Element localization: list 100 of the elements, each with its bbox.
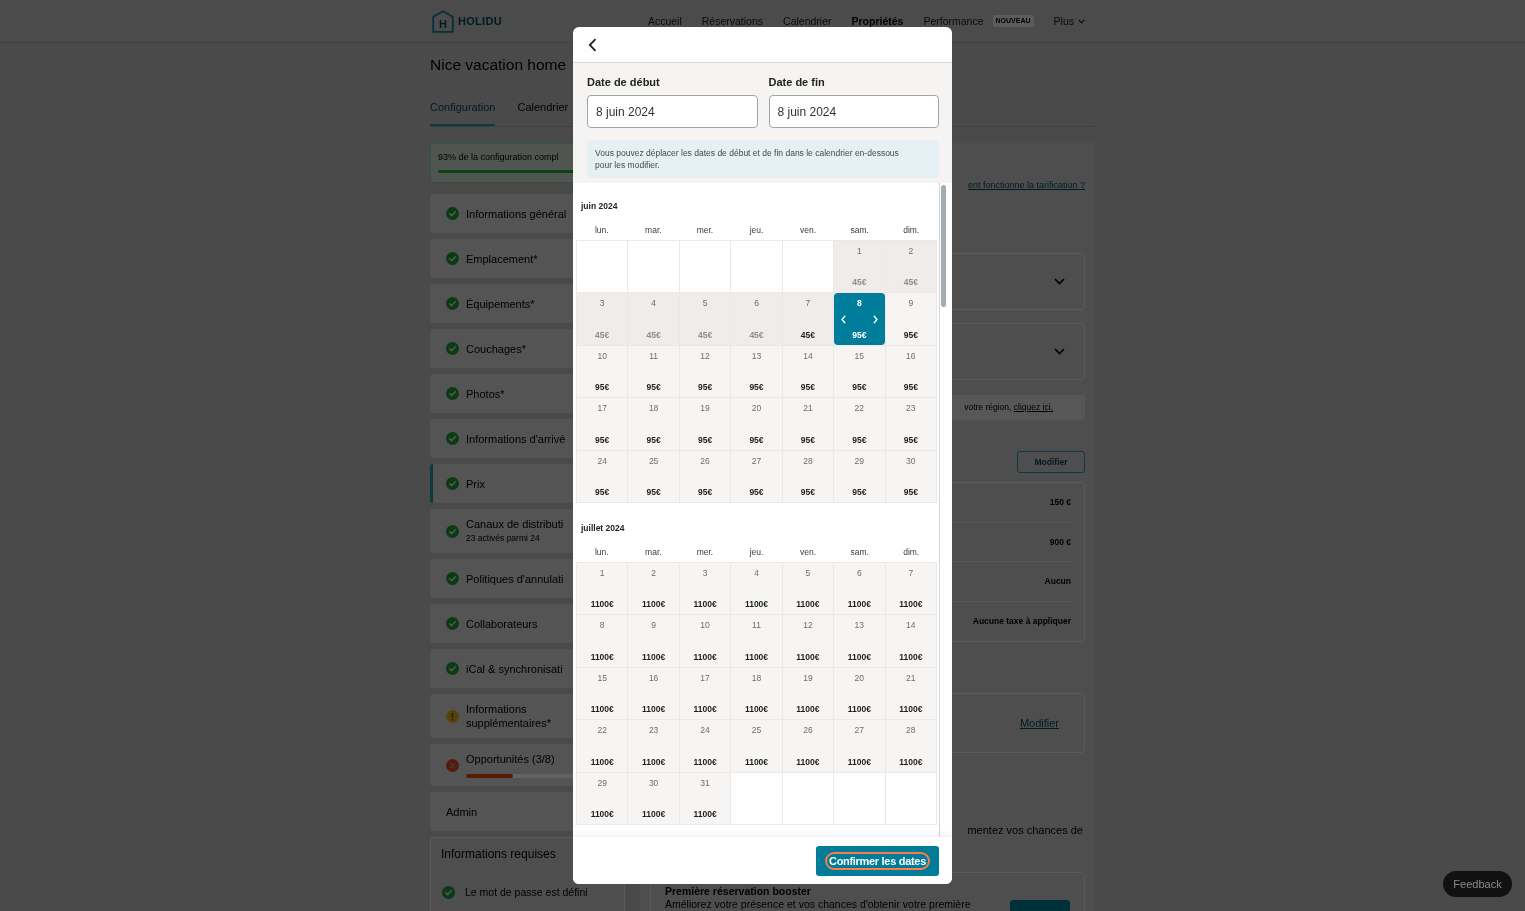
check-circle-icon: [446, 662, 459, 675]
day-cell[interactable]: 24 95€: [577, 450, 628, 502]
day-number: 10: [700, 620, 710, 631]
day-cell[interactable]: 22 95€: [834, 398, 885, 450]
day-price: 45€: [697, 329, 713, 340]
day-cell[interactable]: 16 1100€: [628, 667, 679, 720]
day-cell[interactable]: 26 95€: [679, 450, 731, 502]
day-cell[interactable]: 8 1100€: [577, 615, 628, 667]
day-cell[interactable]: 16 95€: [885, 345, 936, 398]
weekday-label: ven.: [800, 225, 817, 235]
day-cell[interactable]: 29 1100€: [577, 772, 628, 824]
day-cell[interactable]: 14 1100€: [885, 615, 936, 667]
day-cell[interactable]: 17 95€: [577, 398, 628, 450]
day-number: 3: [702, 567, 708, 578]
card-title: Informations requises: [441, 846, 556, 862]
day-cell[interactable]: 29 95€: [834, 450, 885, 502]
day-cell[interactable]: 12 1100€: [782, 615, 834, 667]
day-number: 28: [803, 455, 813, 466]
day-number: 15: [597, 672, 607, 683]
day-cell[interactable]: 25 95€: [628, 450, 679, 502]
field-label: Date de début: [587, 76, 660, 88]
day-cell[interactable]: 10 95€: [577, 345, 628, 398]
day-cell[interactable]: 9 1100€: [628, 615, 679, 667]
day-cell[interactable]: 31 1100€: [679, 772, 731, 824]
day-cell[interactable]: 21 95€: [782, 398, 834, 450]
day-cell[interactable]: 21 1100€: [885, 667, 936, 720]
day-cell[interactable]: 1 1100€: [577, 562, 628, 615]
day-cell[interactable]: 13 95€: [731, 345, 782, 398]
day-number: 12: [700, 350, 710, 361]
day-cell[interactable]: 13 1100€: [834, 615, 885, 667]
day-cell[interactable]: 18 1100€: [731, 667, 782, 720]
day-cell[interactable]: 28 95€: [782, 450, 834, 502]
day-cell[interactable]: 11 1100€: [731, 615, 782, 667]
confirm-button[interactable]: Confirmer les dates: [816, 845, 939, 876]
check-circle-icon: [442, 886, 455, 899]
date-input[interactable]: 8 juin 2024: [587, 95, 758, 128]
weekday-label: jeu.: [749, 546, 764, 557]
day-price: 95€: [697, 486, 713, 497]
day-number: 11: [649, 350, 659, 361]
day-cell[interactable]: 28 1100€: [885, 720, 936, 772]
scrollbar-thumb[interactable]: [941, 185, 946, 307]
day-cell[interactable]: 27 1100€: [834, 720, 885, 772]
day-cell[interactable]: 6 1100€: [834, 562, 885, 615]
day-number: 22: [597, 725, 607, 736]
day-cell[interactable]: 22 1100€: [577, 720, 628, 772]
day-cell[interactable]: 23 1100€: [628, 720, 679, 772]
day-price: 45€: [646, 329, 661, 340]
day-cell[interactable]: 23 95€: [885, 398, 936, 450]
day-cell[interactable]: 19 1100€: [782, 667, 834, 720]
day-number: 14: [803, 350, 813, 361]
day-cell[interactable]: 3 1100€: [679, 562, 731, 615]
day-cell[interactable]: 15 95€: [834, 345, 885, 398]
day-number: 11: [752, 620, 761, 631]
day-cell[interactable]: 10 1100€: [679, 615, 731, 667]
day-price: 1100€: [590, 756, 614, 767]
day-cell[interactable]: 7 1100€: [885, 562, 936, 615]
day-cell[interactable]: 18 95€: [628, 398, 679, 450]
day-number: 9: [651, 620, 656, 631]
day-price: 95€: [852, 486, 867, 497]
day-price: 95€: [852, 434, 867, 445]
day-price: 95€: [852, 382, 867, 393]
day-cell[interactable]: 30 1100€: [628, 772, 679, 824]
date-input[interactable]: 8 juin 2024: [768, 95, 939, 128]
day-cell[interactable]: 30 95€: [885, 450, 936, 502]
day-number: 21: [803, 403, 813, 414]
day-cell[interactable]: 5 1100€: [782, 562, 834, 615]
day-cell[interactable]: 20 1100€: [834, 667, 885, 720]
day-cell[interactable]: 12 95€: [679, 345, 731, 398]
caret-down-icon: [1078, 18, 1085, 24]
day-cell[interactable]: 27 95€: [731, 450, 782, 502]
day-price: 1100€: [847, 599, 871, 610]
day-price: 1100€: [899, 599, 923, 610]
check-circle-icon: [446, 524, 459, 538]
day-cell[interactable]: 15 1100€: [577, 667, 628, 720]
day-price: 95€: [749, 382, 764, 393]
day-cell[interactable]: 24 1100€: [679, 720, 731, 772]
day-cell[interactable]: 20 95€: [731, 398, 782, 450]
day-price: 1100€: [693, 651, 717, 662]
day-number: 2: [908, 246, 914, 256]
day-cell[interactable]: 2 1100€: [628, 562, 679, 615]
note-text: votre région, cliquez ici.: [964, 402, 1053, 413]
day-cell[interactable]: 26 1100€: [782, 720, 834, 772]
day-cell[interactable]: 7 45€: [782, 293, 834, 345]
chevron-right-icon[interactable]: [872, 314, 878, 324]
day-cell[interactable]: 25 1100€: [731, 720, 782, 772]
day-cell[interactable]: 11 95€: [628, 345, 679, 398]
day-price: 95€: [749, 434, 764, 445]
day-cell[interactable]: 14 95€: [782, 345, 834, 398]
day-price: 95€: [595, 486, 610, 497]
day-number: 31: [700, 777, 710, 788]
day-cell[interactable]: 4 1100€: [731, 562, 782, 615]
chevron-left-icon[interactable]: [841, 314, 847, 324]
day-price: 1100€: [899, 756, 923, 767]
chevron-left-icon: [588, 37, 597, 52]
day-cell[interactable]: 19 95€: [679, 398, 731, 450]
day-cell[interactable]: 8 95€: [834, 293, 885, 345]
day-cell[interactable]: 17 1100€: [679, 667, 731, 720]
day-cell[interactable]: 9 95€: [885, 293, 936, 345]
feedback-button[interactable]: Feedback: [1443, 871, 1512, 897]
day-price: 1100€: [693, 808, 717, 819]
